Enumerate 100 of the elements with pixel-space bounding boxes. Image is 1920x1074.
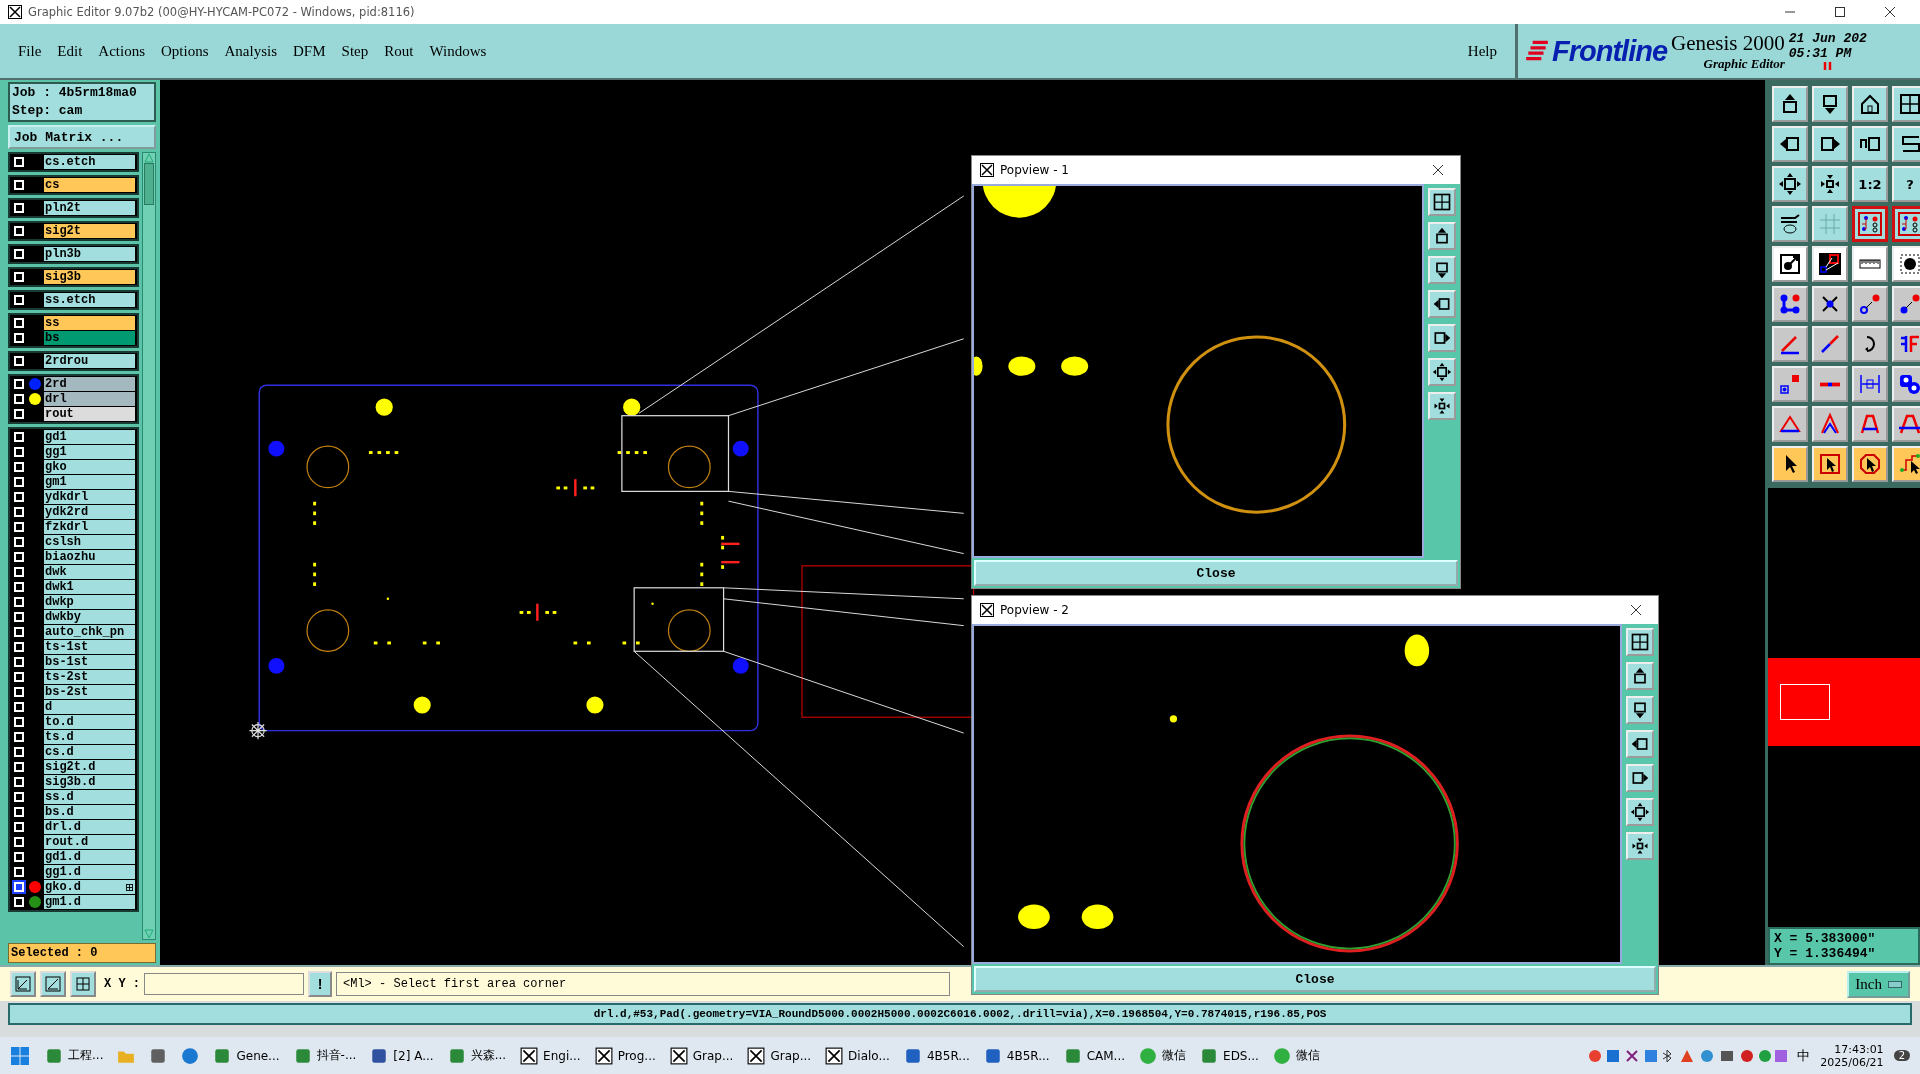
layer-name[interactable]: cslsh xyxy=(44,535,135,549)
menu-item[interactable]: Step xyxy=(341,42,369,60)
layer-checkbox[interactable] xyxy=(14,522,24,532)
taskbar-item[interactable]: 工程... xyxy=(40,1042,109,1069)
taskbar-item[interactable]: Gene... xyxy=(208,1042,285,1069)
grid-button[interactable] xyxy=(70,971,96,997)
scrollbar[interactable] xyxy=(142,152,156,940)
taskbar-item[interactable]: 抖音-... xyxy=(288,1042,362,1069)
scroll-thumb[interactable] xyxy=(144,163,154,205)
view-tool-button[interactable] xyxy=(1626,832,1654,860)
layer-name[interactable]: ss.d xyxy=(44,790,135,804)
taskbar-item[interactable]: 兴森... xyxy=(442,1042,512,1069)
layer-checkbox[interactable] xyxy=(14,687,24,697)
view-tool-button[interactable] xyxy=(1428,290,1456,318)
angle-button[interactable] xyxy=(40,971,66,997)
layer-checkbox[interactable] xyxy=(14,627,24,637)
layer-checkbox[interactable] xyxy=(14,582,24,592)
layer-name[interactable]: gg1.d xyxy=(44,865,135,879)
layer-name[interactable]: rout.d xyxy=(44,835,135,849)
close-icon[interactable] xyxy=(1432,164,1444,176)
layer-name[interactable]: pln2t xyxy=(44,201,135,215)
layer-checkbox[interactable] xyxy=(14,379,24,389)
layer-checkbox[interactable] xyxy=(14,409,24,419)
layer-checkbox[interactable] xyxy=(14,732,24,742)
layer-checkbox[interactable] xyxy=(14,717,24,727)
menu-item[interactable]: Rout xyxy=(384,42,414,60)
layer-checkbox[interactable] xyxy=(14,597,24,607)
view-tool-button[interactable] xyxy=(1626,798,1654,826)
view-tool-button[interactable] xyxy=(1428,324,1456,352)
menu-item[interactable]: Actions xyxy=(98,42,145,60)
layer-checkbox[interactable] xyxy=(14,157,24,167)
layer-checkbox[interactable] xyxy=(14,333,24,343)
layer-name[interactable]: sig3b.d xyxy=(44,775,135,789)
view-tool-button[interactable] xyxy=(1428,358,1456,386)
menu-item[interactable]: Windows xyxy=(429,42,487,60)
layer-checkbox[interactable] xyxy=(14,507,24,517)
layer-name[interactable]: d xyxy=(44,700,135,714)
layer-name[interactable]: drl xyxy=(44,392,135,406)
layer-checkbox[interactable] xyxy=(14,432,24,442)
layer-checkbox[interactable] xyxy=(14,394,24,404)
layer-name[interactable]: sig2t.d xyxy=(44,760,135,774)
taskbar-item[interactable]: Grap... xyxy=(664,1042,739,1069)
alert-button[interactable]: ! xyxy=(308,971,332,997)
xy-input-field[interactable] xyxy=(144,973,304,995)
layer-checkbox[interactable] xyxy=(14,203,24,213)
layer-checkbox[interactable] xyxy=(14,249,24,259)
taskbar-item[interactable]: 微信 xyxy=(1267,1042,1325,1069)
layer-name[interactable]: 2rd xyxy=(44,377,135,391)
layer-checkbox[interactable] xyxy=(14,777,24,787)
layer-checkbox[interactable] xyxy=(14,747,24,757)
layer-checkbox[interactable] xyxy=(14,180,24,190)
layer-name[interactable]: gd1.d xyxy=(44,850,135,864)
layer-checkbox[interactable] xyxy=(14,897,24,907)
layer-checkbox[interactable] xyxy=(14,356,24,366)
layer-checkbox[interactable] xyxy=(14,537,24,547)
layer-name[interactable]: ss xyxy=(44,316,135,330)
layer-name[interactable]: rout xyxy=(44,407,135,421)
taskbar-item[interactable]: Prog... xyxy=(589,1042,661,1069)
layer-name[interactable]: gm1 xyxy=(44,475,135,489)
layer-name[interactable]: auto_chk_pn xyxy=(44,625,135,639)
layer-name[interactable]: ydk2rd xyxy=(44,505,135,519)
taskbar-item[interactable]: EDS... xyxy=(1195,1042,1264,1069)
layer-name[interactable]: ydkdrl xyxy=(44,490,135,504)
view-tool-button[interactable] xyxy=(1626,764,1654,792)
menu-item[interactable]: Options xyxy=(161,42,209,60)
view-rectangle[interactable] xyxy=(1780,684,1830,720)
layer-checkbox[interactable] xyxy=(14,318,24,328)
layer-name[interactable]: fzkdrl xyxy=(44,520,135,534)
tool-button[interactable] xyxy=(1852,206,1888,242)
layer-checkbox[interactable] xyxy=(14,567,24,577)
tool-button[interactable]: 1:2 xyxy=(1852,166,1888,202)
layer-checkbox[interactable] xyxy=(14,612,24,622)
layer-checkbox[interactable] xyxy=(14,642,24,652)
tool-button[interactable]: ? xyxy=(1892,166,1920,202)
maximize-icon[interactable] xyxy=(1834,6,1846,18)
layer-name[interactable]: ss.etch xyxy=(44,293,135,307)
view-tool-button[interactable] xyxy=(1428,256,1456,284)
layer-checkbox[interactable] xyxy=(14,552,24,562)
layer-checkbox[interactable] xyxy=(14,462,24,472)
job-matrix-button[interactable]: Job Matrix ... xyxy=(8,125,156,149)
layer-checkbox[interactable] xyxy=(14,672,24,682)
units-dropdown[interactable]: Inch xyxy=(1847,970,1910,998)
taskbar-item[interactable]: 4B5R... xyxy=(978,1042,1055,1069)
taskbar-item[interactable]: 微信 xyxy=(1134,1042,1192,1069)
layer-name[interactable]: pln3b xyxy=(44,247,135,261)
close-button[interactable]: Close xyxy=(974,966,1656,992)
view-tool-button[interactable] xyxy=(1428,188,1456,216)
close-icon[interactable] xyxy=(1630,604,1642,616)
layer-name[interactable]: dwkp xyxy=(44,595,135,609)
layer-checkbox[interactable] xyxy=(14,762,24,772)
layer-name[interactable]: bs-1st xyxy=(44,655,135,669)
tool-button[interactable] xyxy=(1892,206,1920,242)
layer-checkbox[interactable] xyxy=(14,226,24,236)
layer-name[interactable]: gd1 xyxy=(44,430,135,444)
layer-name[interactable]: dwk xyxy=(44,565,135,579)
layer-name[interactable]: gko.d xyxy=(44,880,135,894)
layer-name[interactable]: gm1.d xyxy=(44,895,135,909)
view-tool-button[interactable] xyxy=(1428,392,1456,420)
layer-checkbox[interactable] xyxy=(14,807,24,817)
layer-checkbox[interactable] xyxy=(14,822,24,832)
